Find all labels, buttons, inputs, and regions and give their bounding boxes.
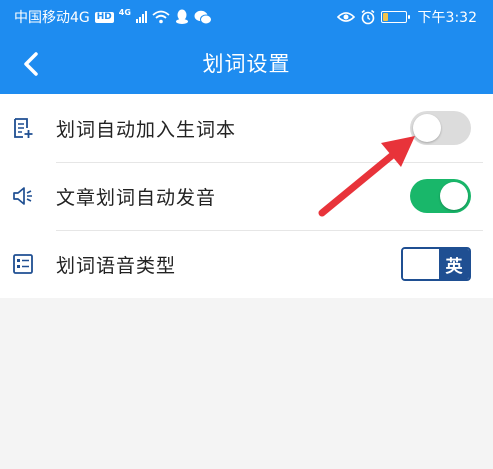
settings-list: 划词自动加入生词本 文章划词自动发音 划词语音类型 英 — [0, 94, 493, 298]
status-bar: 中国移动4G HD 4G 下午3:32 — [0, 0, 493, 34]
toggle-knob — [440, 182, 468, 210]
status-right: 下午3:32 — [336, 7, 477, 27]
setting-auto-add-vocab: 划词自动加入生词本 — [0, 94, 493, 162]
page-title: 划词设置 — [202, 52, 291, 76]
setting-label: 文章划词自动发音 — [56, 186, 217, 209]
voice-type-icon — [13, 254, 33, 274]
toggle-knob — [413, 114, 441, 142]
voice-type-value: 英 — [439, 249, 469, 279]
eye-icon — [336, 12, 355, 22]
battery-icon — [380, 11, 410, 23]
title-bar: 划词设置 — [0, 34, 493, 94]
document-add-icon — [14, 118, 33, 138]
setting-voice-type: 划词语音类型 英 — [0, 230, 493, 298]
hd-badge: HD — [94, 11, 114, 23]
auto-pronounce-toggle[interactable] — [410, 179, 471, 213]
setting-label: 划词语音类型 — [56, 254, 177, 277]
network-type-label: 4G — [118, 7, 131, 17]
setting-label: 划词自动加入生词本 — [56, 118, 237, 141]
wifi-icon — [152, 10, 170, 24]
wechat-icon — [194, 10, 212, 24]
qq-icon — [175, 9, 188, 24]
auto-add-vocab-toggle[interactable] — [410, 111, 471, 145]
voice-type-switch[interactable]: 英 — [401, 247, 471, 281]
voice-type-unselected — [403, 249, 439, 279]
signal-icon — [135, 11, 147, 23]
carrier-label: 中国移动4G — [14, 10, 90, 26]
status-left: 中国移动4G HD 4G — [14, 7, 212, 27]
setting-auto-pronounce: 文章划词自动发音 — [0, 162, 493, 230]
status-time: 下午3:32 — [417, 10, 477, 26]
alarm-clock-icon — [361, 9, 375, 25]
speaker-icon — [13, 187, 32, 205]
